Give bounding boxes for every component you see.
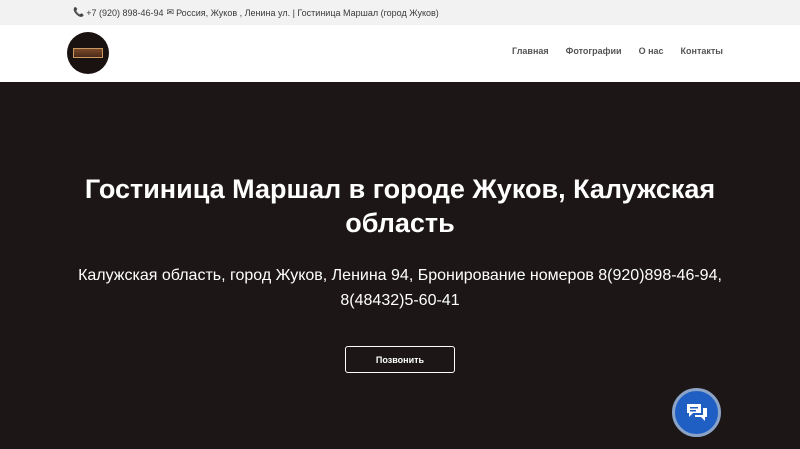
chat-widget-button[interactable] [672, 388, 721, 437]
phone-icon: 📞 [73, 7, 85, 17]
call-button[interactable]: Позвонить [345, 346, 455, 373]
top-info-bar: 📞 +7 (920) 898-46-94 ✉ Россия, Жуков , Л… [0, 0, 800, 25]
logo-plate-icon [73, 48, 103, 58]
hero-subtitle: Калужская область, город Жуков, Ленина 9… [78, 267, 722, 309]
site-header: Главная Фотографии О нас Контакты [0, 25, 800, 82]
nav-item-contacts[interactable]: Контакты [681, 46, 723, 56]
nav-item-about[interactable]: О нас [639, 46, 664, 56]
hero-section: Гостиница Маршал в городе Жуков, Калужск… [0, 82, 800, 449]
envelope-icon: ✉ [166, 7, 175, 17]
chat-icon [686, 403, 707, 421]
main-nav: Главная Фотографии О нас Контакты [512, 46, 723, 56]
nav-item-home[interactable]: Главная [512, 46, 549, 56]
topbar-address: Россия, Жуков , Ленина ул. | Гостиница М… [176, 7, 439, 18]
topbar-phone[interactable]: +7 (920) 898-46-94 [86, 8, 163, 18]
hotel-logo[interactable] [67, 32, 109, 74]
nav-item-photos[interactable]: Фотографии [566, 46, 622, 56]
hero-title: Гостиница Маршал в городе Жуков, Калужск… [84, 174, 716, 238]
